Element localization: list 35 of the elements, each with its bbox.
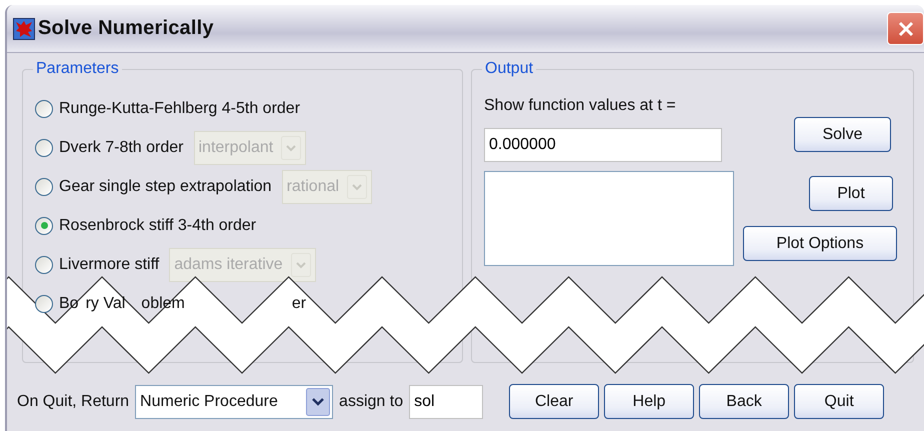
footer-button[interactable]: Quit — [794, 384, 884, 419]
caret-icon — [281, 136, 302, 160]
radio-label: Dverk 7-8th order — [59, 138, 184, 156]
footer-button[interactable]: Back — [699, 384, 790, 419]
close-button[interactable] — [887, 12, 924, 45]
output-button[interactable]: Solve — [794, 117, 891, 152]
output-text-area[interactable] — [484, 171, 734, 266]
radio-button[interactable] — [35, 100, 53, 118]
footer-button[interactable]: Clear — [509, 384, 600, 419]
radio-label-fragment: er — [292, 294, 306, 312]
radio-label-fragment: ry Val — [86, 294, 126, 312]
radio-label: Livermore stiff — [59, 256, 160, 274]
caret-icon — [290, 252, 311, 276]
radio-button[interactable] — [35, 294, 53, 312]
radio-button[interactable] — [35, 216, 53, 234]
assign-field[interactable]: sol — [409, 384, 484, 418]
footer-button[interactable]: Help — [604, 384, 694, 419]
return-dropdown[interactable]: Numeric Procedure — [135, 384, 334, 418]
radio-button[interactable] — [35, 178, 53, 196]
output-button[interactable]: Plot — [809, 176, 893, 211]
radio-label: Gear single step extrapolation — [59, 178, 272, 196]
radio-button[interactable] — [35, 138, 53, 156]
radio-label: Rosenbrock stiff 3-4th order — [59, 216, 256, 234]
caret-icon — [306, 388, 330, 416]
app-icon — [13, 18, 35, 40]
radio-button[interactable] — [35, 256, 53, 274]
radio-label: Runge-Kutta-Fehlberg 4-5th order — [59, 100, 300, 118]
assign-label: assign to — [339, 392, 404, 410]
return-label: On Quit, Return — [17, 392, 130, 410]
window-title: Solve Numerically — [38, 17, 214, 40]
group-title: Output — [482, 60, 536, 78]
caret-icon — [347, 174, 368, 198]
output-button[interactable]: Plot Options — [743, 226, 897, 261]
prompt-label: Show function values at t = — [484, 97, 677, 115]
t-value-field[interactable]: 0.000000 — [484, 128, 722, 162]
